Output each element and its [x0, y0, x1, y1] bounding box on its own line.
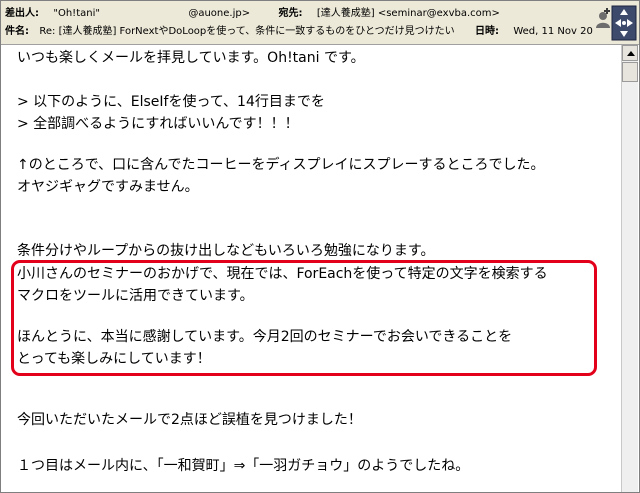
person-add-icon[interactable]: [595, 7, 611, 29]
from-domain[interactable]: @auone.jp>: [188, 8, 250, 19]
to-label: 宛先:: [278, 8, 303, 19]
body-line: 今回いただいたメールで2点ほど誤植を見つけました！: [17, 412, 362, 428]
mail-header: 差出人: "Oh!tani" @auone.jp> 宛先: [達人養成塾] <s…: [1, 1, 639, 45]
body-line: １つ目はメール内に、「一和賀町」⇒「一羽ガチョウ」のようでしたね。: [17, 458, 470, 474]
body-line: いつも楽しくメールを拝見しています。Oh!tani です。: [17, 50, 365, 66]
header-row-subject-date: 件名: Re: [達人養成塾] ForNextやDoLoopを使って、条件に一致…: [5, 24, 593, 40]
message-body[interactable]: いつも楽しくメールを拝見しています。Oh!tani です。 > 以下のように、E…: [1, 45, 621, 492]
body-line: 条件分けやループからの抜け出しなどもいろいろ勉強になります。: [17, 243, 435, 259]
vertical-scrollbar[interactable]: [621, 45, 638, 492]
navigation-arrows-icon[interactable]: [611, 5, 637, 41]
date-value: Wed, 11 Nov 2009 UU:: [513, 26, 593, 37]
body-line: > 以下のように、ElseIfを使って、14行目までを: [17, 94, 325, 110]
date-label: 日時:: [474, 26, 499, 37]
from-name[interactable]: "Oh!tani": [53, 8, 100, 19]
body-line: > 全部調べるようにすればいいんです！！！: [17, 116, 299, 132]
scroll-up-button[interactable]: [622, 45, 638, 61]
subject-label: 件名:: [5, 26, 29, 37]
header-row-from-to: 差出人: "Oh!tani" @auone.jp> 宛先: [達人養成塾] <s…: [5, 6, 593, 22]
subject-value: Re: [達人養成塾] ForNextやDoLoopを使って、条件に一致するもの…: [39, 26, 455, 37]
header-icons: [593, 3, 637, 43]
scroll-thumb[interactable]: [622, 62, 638, 82]
to-value[interactable]: [達人養成塾] <seminar@exvba.com>: [317, 8, 500, 19]
mail-window: 差出人: "Oh!tani" @auone.jp> 宛先: [達人養成塾] <s…: [0, 0, 640, 493]
scroll-up-arrow-icon: [627, 51, 635, 56]
highlight-annotation: [11, 260, 597, 376]
body-line: ↑のところで、口に含んでたコーヒーをディスプレイにスプレーするところでした。: [17, 157, 545, 173]
body-line: オヤジギャグですみません。: [17, 179, 199, 195]
from-label: 差出人:: [5, 8, 39, 19]
